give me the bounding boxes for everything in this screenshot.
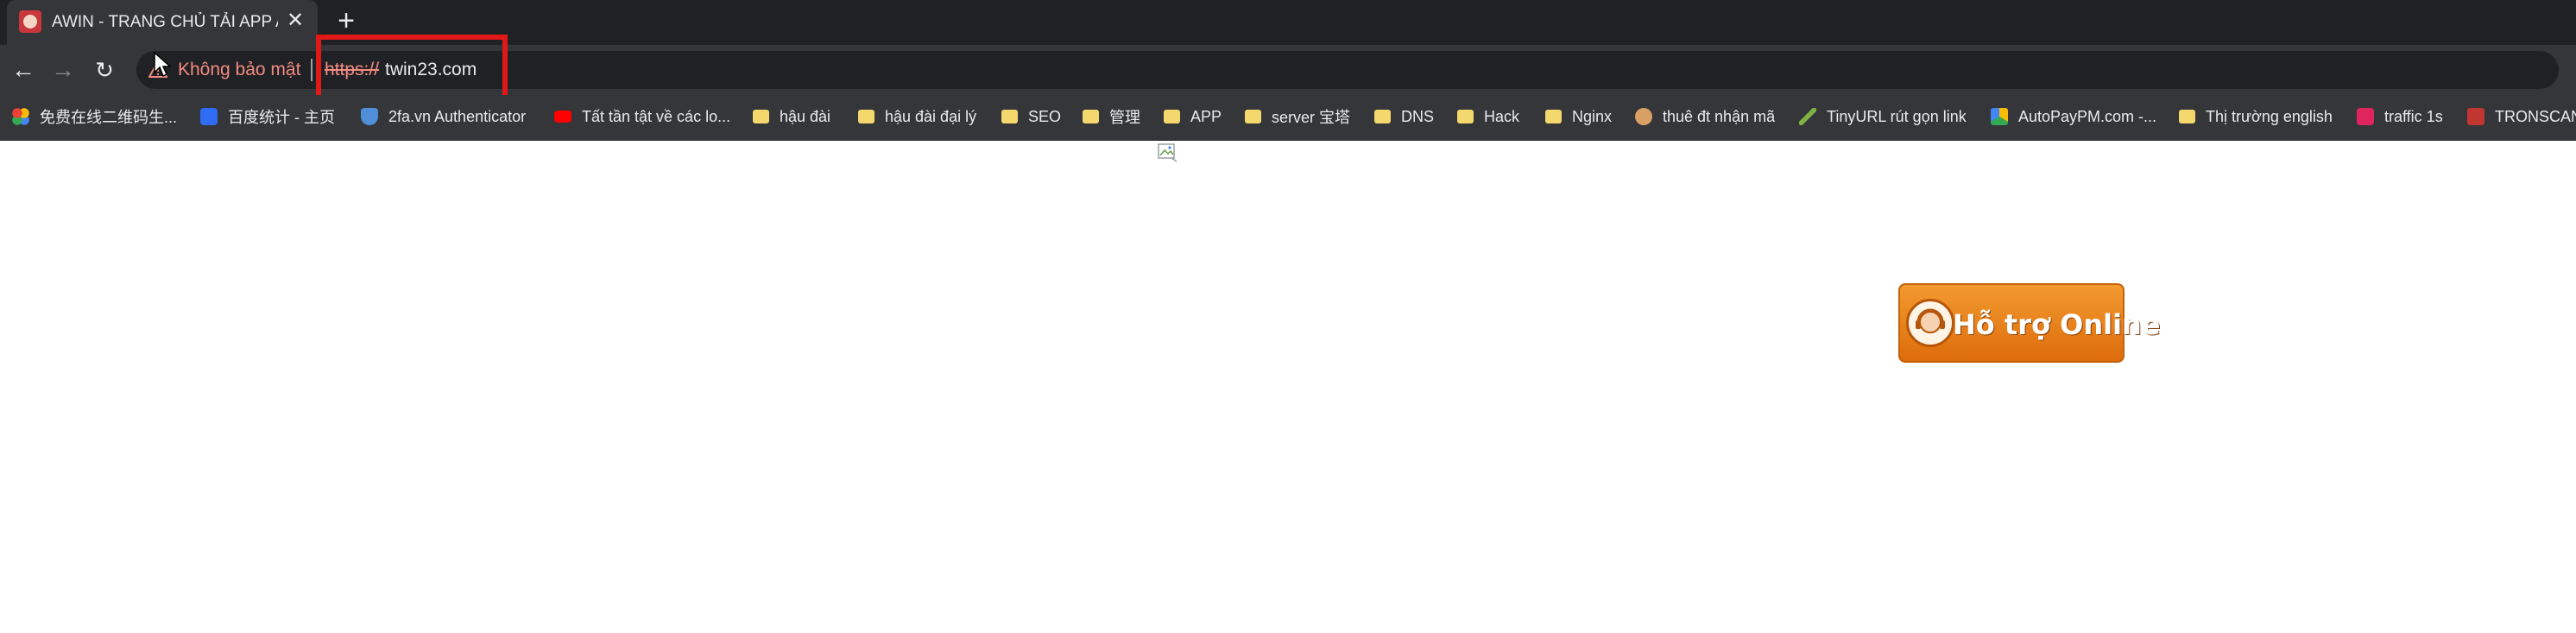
bookmark-baidu-stats[interactable]: 百度统计 - 主页 bbox=[200, 102, 335, 131]
youtube-icon bbox=[554, 111, 571, 123]
support-button-label: Hỗ trợ Online bbox=[1953, 308, 2161, 341]
folder-icon bbox=[753, 110, 769, 123]
bookmark-label: Hack bbox=[1484, 107, 1520, 125]
bookmark-qr-generator[interactable]: 免费在线二维码生... bbox=[12, 102, 177, 131]
address-bar-separator bbox=[311, 59, 313, 81]
bookmark-folder-hack[interactable]: Hack bbox=[1457, 102, 1519, 131]
folder-icon bbox=[858, 110, 874, 123]
back-arrow-icon[interactable]: ← bbox=[9, 55, 38, 85]
bookmark-label: hậu đài bbox=[780, 107, 831, 125]
agent-icon bbox=[1635, 108, 1652, 125]
forward-arrow-icon[interactable]: → bbox=[48, 55, 78, 85]
bookmark-label: TRONSCAN bbox=[2495, 107, 2576, 125]
bookmark-label: TinyURL rút gọn link bbox=[1827, 107, 1967, 125]
folder-icon bbox=[1374, 110, 1391, 123]
site-favicon-icon bbox=[19, 10, 41, 33]
close-tab-icon[interactable]: ✕ bbox=[285, 10, 306, 31]
folder-icon bbox=[2179, 110, 2195, 123]
bookmark-label: 百度统计 - 主页 bbox=[228, 109, 335, 126]
bookmark-label: DNS bbox=[1401, 107, 1435, 125]
baidu-icon bbox=[200, 108, 218, 125]
bookmark-label: Nginx bbox=[1572, 107, 1613, 125]
bookmark-label: traffic 1s bbox=[2384, 107, 2443, 125]
bookmark-label: AutoPayPM.com -... bbox=[2018, 107, 2157, 125]
security-status-label[interactable]: Không bảo mật bbox=[178, 59, 300, 81]
reload-icon[interactable]: ↻ bbox=[90, 55, 119, 85]
bookmark-label: APP bbox=[1190, 107, 1222, 125]
bookmark-folder-seo[interactable]: SEO bbox=[1001, 102, 1061, 131]
bookmark-label: Tất tần tật về các lo... bbox=[582, 107, 731, 125]
bookmark-traffic[interactable]: traffic 1s bbox=[2357, 102, 2443, 131]
traffic-icon bbox=[2357, 108, 2374, 125]
folder-icon bbox=[1001, 110, 1018, 123]
bookmark-folder-hau-dai-dai-ly[interactable]: hậu đài đại lý bbox=[858, 102, 976, 131]
bookmark-folder-quanli[interactable]: 管理 bbox=[1083, 102, 1140, 131]
colorful-dots-icon bbox=[12, 108, 29, 125]
bookmark-label: hậu đài đại lý bbox=[885, 107, 977, 125]
mouse-cursor-icon bbox=[154, 51, 172, 78]
bookmark-label: thuê đt nhận mã bbox=[1663, 107, 1776, 125]
new-tab-button[interactable]: + bbox=[333, 6, 359, 35]
folder-icon bbox=[1083, 110, 1099, 123]
bookmark-2fa[interactable]: 2fa.vn Authenticator bbox=[361, 102, 526, 131]
bookmark-folder-thi-truong[interactable]: Thị trường english bbox=[2179, 102, 2333, 131]
folder-icon bbox=[1245, 110, 1261, 123]
tab-title: AWIN - TRANG CHỦ TẢI APP AW bbox=[52, 13, 278, 31]
bookmark-tinyurl[interactable]: TinyURL rút gọn link bbox=[1799, 102, 1967, 131]
bookmark-label: Thị trường english bbox=[2206, 107, 2333, 125]
bookmark-label: 免费在线二维码生... bbox=[40, 109, 178, 126]
drive-icon bbox=[1991, 108, 2008, 125]
broken-image-icon bbox=[1158, 143, 1178, 162]
bookmark-label: 管理 bbox=[1109, 109, 1140, 126]
bookmark-thue-dt[interactable]: thuê đt nhận mã bbox=[1635, 102, 1775, 131]
bookmark-folder-app[interactable]: APP bbox=[1164, 102, 1222, 131]
bookmark-youtube[interactable]: Tất tần tật về các lo... bbox=[554, 102, 730, 131]
tinyurl-icon bbox=[1799, 108, 1816, 125]
support-agent-icon bbox=[1906, 299, 1954, 347]
bookmark-folder-server[interactable]: server 宝塔 bbox=[1245, 102, 1350, 131]
bookmark-folder-dns[interactable]: DNS bbox=[1374, 102, 1434, 131]
folder-icon bbox=[1545, 110, 1562, 123]
bookmark-label: server 宝塔 bbox=[1272, 109, 1351, 126]
bookmark-tronscan[interactable]: TRONSCAN bbox=[2467, 102, 2576, 131]
folder-icon bbox=[1457, 110, 1474, 123]
folder-icon bbox=[1164, 110, 1180, 123]
bookmark-label: SEO bbox=[1028, 107, 1062, 125]
url-highlight-annotation bbox=[316, 35, 508, 100]
tronscan-icon bbox=[2467, 108, 2484, 125]
bookmark-autopaypm[interactable]: AutoPayPM.com -... bbox=[1991, 102, 2156, 131]
shield-icon bbox=[361, 108, 378, 125]
bookmark-label: 2fa.vn Authenticator bbox=[388, 107, 527, 125]
bookmark-folder-hau-dai[interactable]: hậu đài bbox=[753, 102, 830, 131]
bookmark-folder-nginx[interactable]: Nginx bbox=[1545, 102, 1612, 131]
